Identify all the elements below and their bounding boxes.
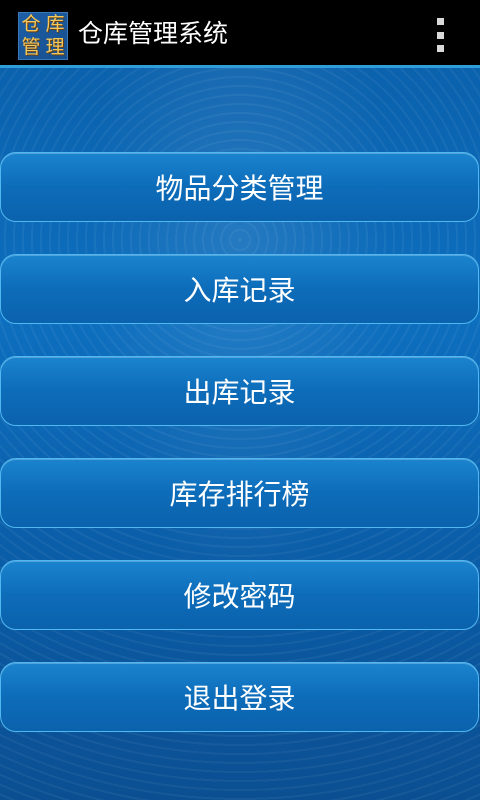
overflow-dot [436, 18, 444, 25]
inbound-records-button[interactable]: 入库记录 [0, 254, 479, 324]
app-logo-char: 理 [45, 36, 65, 58]
overflow-dot [436, 31, 444, 39]
app-title: 仓库管理系统 [78, 19, 229, 48]
app-logo-char: 管 [21, 36, 41, 58]
category-management-button[interactable]: 物品分类管理 [0, 152, 479, 222]
app-logo-char: 仓 [21, 13, 41, 35]
inventory-ranking-button[interactable]: 库存排行榜 [0, 458, 479, 528]
overflow-dot [436, 45, 444, 52]
outbound-records-button[interactable]: 出库记录 [0, 356, 479, 426]
screen: 仓 库 管 理 仓库管理系统 物品分类管理 入库记录 出库记录 库存排行榜 修改… [0, 0, 480, 800]
action-bar: 仓 库 管 理 仓库管理系统 [0, 0, 480, 68]
logout-button[interactable]: 退出登录 [0, 662, 479, 732]
overflow-menu-icon[interactable] [434, 18, 446, 52]
change-password-button[interactable]: 修改密码 [0, 560, 479, 630]
main-menu: 物品分类管理 入库记录 出库记录 库存排行榜 修改密码 退出登录 [0, 152, 480, 764]
app-logo-char: 库 [45, 13, 65, 35]
app-logo-icon[interactable]: 仓 库 管 理 [18, 12, 68, 60]
